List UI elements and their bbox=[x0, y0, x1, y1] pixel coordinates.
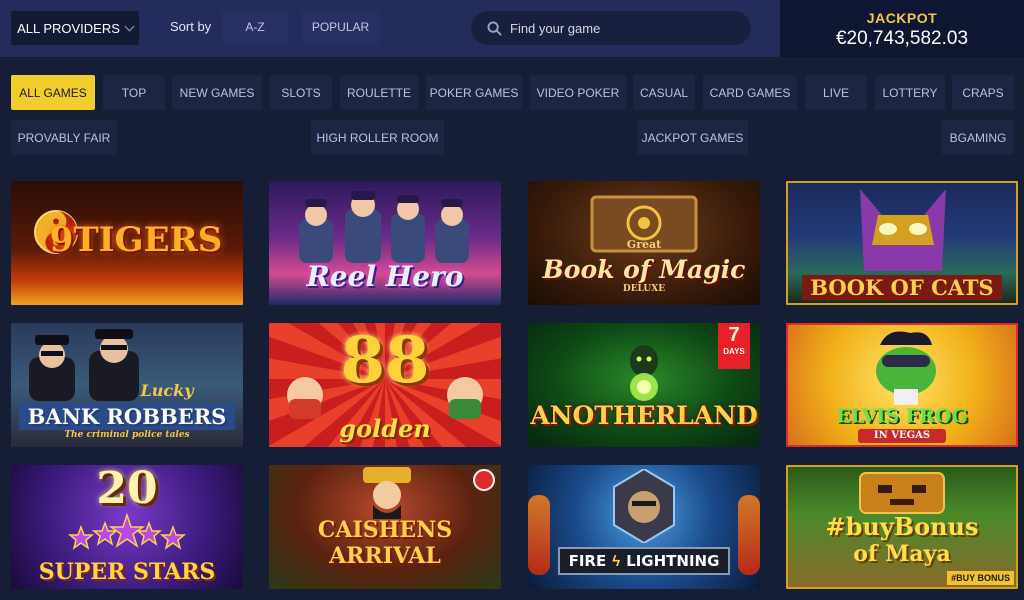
badge-text: DAYS bbox=[723, 347, 745, 356]
sort-label: Sort by bbox=[170, 19, 212, 34]
game-tile-book-of-cats[interactable]: BOOK OF CATS bbox=[786, 181, 1018, 305]
provider-logo-badge bbox=[473, 469, 495, 491]
game-subtitle: of Maya bbox=[853, 541, 951, 567]
chevron-down-icon bbox=[124, 21, 135, 31]
game-tile-anotherland[interactable]: 7 DAYS ANOTHERLAND bbox=[528, 323, 760, 447]
game-subtitle: ARRIVAL bbox=[329, 543, 441, 569]
game-title: FIRE bbox=[568, 552, 607, 570]
game-tile-elvis-frog[interactable]: ELVIS FROG IN VEGAS bbox=[786, 323, 1018, 447]
category-high-roller-room[interactable]: HIGH ROLLER ROOM bbox=[311, 120, 444, 155]
game-title: 20 bbox=[96, 465, 158, 514]
category-top[interactable]: TOP bbox=[103, 75, 165, 110]
game-tile-lucky-bank-robbers[interactable]: Lucky BANK ROBBERS The criminal police t… bbox=[11, 323, 243, 447]
game-subtitle: Great bbox=[626, 238, 662, 251]
bolt-icon: ϟ bbox=[612, 552, 621, 570]
category-all-games[interactable]: ALL GAMES bbox=[11, 75, 95, 110]
game-title-plate: FIRE ϟ LIGHTNING bbox=[558, 547, 730, 575]
game-title: ELVIS FROG bbox=[836, 405, 968, 427]
category-casual[interactable]: CASUAL bbox=[633, 75, 695, 110]
category-new-games[interactable]: NEW GAMES bbox=[172, 75, 262, 110]
maya-mask-icon bbox=[859, 472, 945, 514]
caishen-icon bbox=[363, 467, 411, 519]
star-icon bbox=[67, 513, 187, 550]
all-providers-dropdown[interactable]: ALL PROVIDERS bbox=[11, 11, 139, 45]
orb-icon bbox=[630, 345, 658, 401]
game-title: Book of Magic bbox=[542, 255, 746, 284]
cat-mask-icon bbox=[860, 189, 946, 271]
category-poker-games[interactable]: POKER GAMES bbox=[426, 75, 522, 110]
game-tagline: IN VEGAS bbox=[858, 429, 946, 443]
category-craps[interactable]: CRAPS bbox=[952, 75, 1014, 110]
golden-88-icon bbox=[287, 377, 483, 419]
frog-icon bbox=[876, 331, 936, 405]
game-tile-caishens-arrival[interactable]: CAISHENS ARRIVAL bbox=[269, 465, 501, 589]
cyborg-characters bbox=[299, 191, 469, 263]
category-card-games[interactable]: CARD GAMES bbox=[703, 75, 797, 110]
game-tile-88-golden[interactable]: 88 golden bbox=[269, 323, 501, 447]
game-tile-9-tigers[interactable]: 9TIGERS bbox=[11, 181, 243, 305]
game-tile-fire-lightning[interactable]: FIRE ϟ LIGHTNING bbox=[528, 465, 760, 589]
search-icon bbox=[487, 20, 502, 36]
jackpot-panel: JACKPOT €20,743,582.03 bbox=[780, 0, 1024, 57]
category-provably-fair[interactable]: PROVABLY FAIR bbox=[11, 120, 117, 155]
game-title: BOOK OF CATS bbox=[802, 275, 1002, 300]
lightning-icon bbox=[613, 469, 675, 543]
category-live[interactable]: LIVE bbox=[805, 75, 867, 110]
game-subtitle: LIGHTNING bbox=[626, 552, 720, 570]
category-video-poker[interactable]: VIDEO POKER bbox=[530, 75, 626, 110]
search-box[interactable] bbox=[471, 11, 751, 45]
top-bar: ALL PROVIDERS Sort by A-Z POPULAR bbox=[0, 0, 780, 57]
fire-flames bbox=[528, 495, 550, 575]
game-subtitle: Lucky bbox=[140, 381, 194, 400]
fire-flames bbox=[738, 495, 760, 575]
providers-label: ALL PROVIDERS bbox=[17, 20, 120, 36]
jackpot-amount: €20,743,582.03 bbox=[835, 28, 969, 49]
jackpot-title: JACKPOT bbox=[866, 10, 938, 26]
buy-bonus-badge: #BUY BONUS bbox=[947, 571, 1014, 585]
game-subtitle: golden bbox=[339, 414, 431, 443]
sort-a-z-button[interactable]: A-Z bbox=[222, 10, 288, 44]
game-title: Reel Hero bbox=[306, 260, 464, 293]
game-title: CAISHENS bbox=[317, 517, 453, 543]
category-slots[interactable]: SLOTS bbox=[270, 75, 332, 110]
game-title: #buyBonus bbox=[825, 512, 979, 541]
game-tagline: DELUXE bbox=[622, 284, 666, 294]
search-input[interactable] bbox=[508, 19, 732, 37]
category-jackpot-games[interactable]: JACKPOT GAMES bbox=[637, 120, 748, 155]
game-title: BANK ROBBERS bbox=[19, 403, 235, 430]
game-tile-buybonus-of-maya[interactable]: #buyBonus of Maya #BUY BONUS bbox=[786, 465, 1018, 589]
category-roulette[interactable]: ROULETTE bbox=[340, 75, 418, 110]
game-tile-20-super-stars[interactable]: 20 SUPER STARS bbox=[11, 465, 243, 589]
game-title: 9TIGERS bbox=[49, 220, 223, 260]
game-tile-book-of-magic[interactable]: Great Book of Magic DELUXE bbox=[528, 181, 760, 305]
time-limited-badge: 7 DAYS bbox=[718, 323, 750, 369]
badge-number: 7 bbox=[728, 324, 740, 346]
game-title: ANOTHERLAND bbox=[530, 401, 758, 430]
game-tagline: The criminal police tales bbox=[64, 430, 190, 440]
category-lottery[interactable]: LOTTERY bbox=[875, 75, 945, 110]
game-subtitle: SUPER STARS bbox=[38, 559, 216, 585]
game-tile-reel-hero[interactable]: Reel Hero bbox=[269, 181, 501, 305]
sort-popular-button[interactable]: POPULAR bbox=[302, 10, 379, 44]
category-bgaming[interactable]: BGAMING bbox=[942, 120, 1014, 155]
